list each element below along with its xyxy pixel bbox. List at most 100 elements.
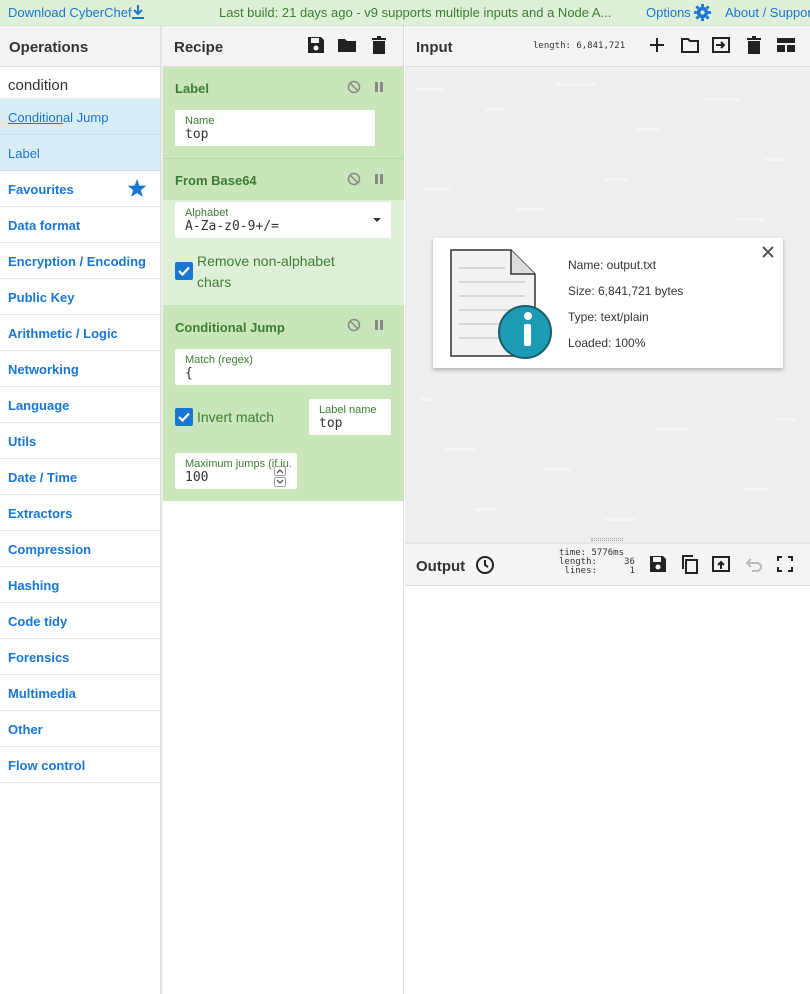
category-language[interactable]: Language <box>0 387 160 423</box>
close-icon[interactable] <box>762 246 774 258</box>
disable-icon[interactable] <box>347 172 361 186</box>
download-link[interactable]: Download CyberChef <box>8 5 132 20</box>
operations-title: Operations <box>0 26 160 67</box>
output-header: Output time: 5776ms length: 36 lines: 1 <box>405 542 810 586</box>
category-networking[interactable]: Networking <box>0 351 160 387</box>
undo-icon[interactable] <box>744 554 764 574</box>
category-arithmetic-logic[interactable]: Arithmetic / Logic <box>0 315 160 351</box>
category-forensics[interactable]: Forensics <box>0 639 160 675</box>
recipe-title: Recipe <box>174 39 224 56</box>
step-title: From Base64 <box>175 173 257 188</box>
copy-icon[interactable] <box>680 554 700 574</box>
star-icon <box>127 179 147 197</box>
field-value[interactable]: top <box>185 127 208 142</box>
check-icon <box>178 266 190 277</box>
pause-icon[interactable] <box>372 318 386 332</box>
field-label: Alphabet <box>185 207 229 219</box>
check-icon <box>178 412 190 423</box>
alphabet-select[interactable]: Alphabet A-Za-z0-9+/= <box>175 202 391 238</box>
file-info-icon <box>450 249 552 359</box>
category-data-format[interactable]: Data format <box>0 207 160 243</box>
category-label: Favourites <box>8 182 74 197</box>
result-label[interactable]: Label <box>0 135 160 171</box>
input-title: Input <box>416 39 453 56</box>
field-value[interactable]: { <box>185 366 193 381</box>
name-field[interactable]: Name top <box>175 110 375 146</box>
category-public-key[interactable]: Public Key <box>0 279 160 315</box>
output-stats: time: 5776ms length: 36 lines: 1 <box>559 548 635 576</box>
disable-icon[interactable] <box>347 80 361 94</box>
result-rest-text: Label <box>8 146 40 161</box>
open-file-icon[interactable] <box>711 35 731 55</box>
field-label: Label name <box>319 404 377 416</box>
maximum-jumps-field[interactable]: Maximum jumps (if ju... 100 <box>175 453 297 489</box>
recipe-step-from-base64[interactable]: From Base64 Alphabet A-Za-z0-9+/= Remove… <box>163 159 404 305</box>
field-value[interactable]: A-Za-z0-9+/= <box>185 219 279 234</box>
file-size: Size: 6,841,721 bytes <box>568 284 684 298</box>
field-value[interactable]: top <box>319 416 342 431</box>
category-other[interactable]: Other <box>0 711 160 747</box>
category-flow-control[interactable]: Flow control <box>0 747 160 783</box>
about-link[interactable]: About / Support <box>725 5 810 20</box>
chevron-down-icon[interactable] <box>373 217 381 223</box>
resize-handle[interactable] <box>591 538 623 541</box>
file-loaded: Loaded: 100% <box>568 336 646 350</box>
output-title: Output <box>416 558 466 575</box>
quantity-stepper[interactable] <box>274 466 286 487</box>
category-hashing[interactable]: Hashing <box>0 567 160 603</box>
options-link[interactable]: Options <box>646 5 691 20</box>
stepper-up-icon[interactable] <box>274 466 286 476</box>
checkbox-label[interactable]: Invert match <box>197 407 274 428</box>
category-compression[interactable]: Compression <box>0 531 160 567</box>
result-rest-text: al Jump <box>62 110 109 125</box>
save-output-icon[interactable] <box>648 554 668 574</box>
category-date-time[interactable]: Date / Time <box>0 459 160 495</box>
file-type: Type: text/plain <box>568 310 649 324</box>
clock-icon[interactable] <box>475 555 495 575</box>
recipe-step-label[interactable]: Label Name top <box>163 67 404 159</box>
step-title: Label <box>175 81 209 96</box>
trash-icon[interactable] <box>369 35 389 55</box>
remove-non-alphabet-checkbox[interactable] <box>175 262 193 280</box>
maximise-icon[interactable] <box>775 554 795 574</box>
operations-search-input[interactable]: condition <box>0 67 160 99</box>
pause-icon[interactable] <box>372 172 386 186</box>
invert-match-checkbox[interactable] <box>175 408 193 426</box>
clear-input-icon[interactable] <box>744 35 764 55</box>
replace-input-icon[interactable] <box>711 554 731 574</box>
category-utils[interactable]: Utils <box>0 423 160 459</box>
match-regex-field[interactable]: Match (regex) { <box>175 349 391 385</box>
layout-icon[interactable] <box>776 35 796 55</box>
checkbox-label[interactable]: Remove non-alphabet chars <box>197 251 347 293</box>
gear-icon[interactable] <box>693 3 712 22</box>
recipe-panel: Recipe Label Name top From Base64 Alphab… <box>161 26 404 994</box>
file-name: Name: output.txt <box>568 258 657 272</box>
category-code-tidy[interactable]: Code tidy <box>0 603 160 639</box>
open-folder-icon[interactable] <box>680 35 700 55</box>
file-details-card: Name: output.txt Size: 6,841,721 bytes T… <box>433 238 783 368</box>
output-panel: Output time: 5776ms length: 36 lines: 1 <box>405 542 810 994</box>
disable-icon[interactable] <box>347 318 361 332</box>
category-extractors[interactable]: Extractors <box>0 495 160 531</box>
stepper-down-icon[interactable] <box>274 477 286 487</box>
build-message[interactable]: Last build: 21 days ago - v9 supports mu… <box>219 5 611 20</box>
field-label: Name <box>185 115 215 127</box>
recipe-step-conditional-jump[interactable]: Conditional Jump Match (regex) { Invert … <box>163 305 404 501</box>
output-text-area[interactable] <box>405 586 810 994</box>
step-title: Conditional Jump <box>175 320 285 335</box>
add-tab-icon[interactable] <box>647 35 667 55</box>
operations-panel: Operations condition Conditional Jump La… <box>0 26 161 994</box>
download-icon[interactable] <box>131 4 145 20</box>
label-name-field[interactable]: Label name top <box>309 399 391 435</box>
field-value[interactable]: 100 <box>185 470 208 485</box>
save-icon[interactable] <box>306 35 326 55</box>
category-favourites[interactable]: Favourites <box>0 171 160 207</box>
top-bar: Download CyberChef Last build: 21 days a… <box>0 0 810 26</box>
result-match-text: Condition <box>8 110 63 125</box>
category-multimedia[interactable]: Multimedia <box>0 675 160 711</box>
pause-icon[interactable] <box>372 80 386 94</box>
folder-icon[interactable] <box>337 35 357 55</box>
recipe-header: Recipe <box>163 26 403 67</box>
result-conditional-jump[interactable]: Conditional Jump <box>0 99 160 135</box>
category-encryption-encoding[interactable]: Encryption / Encoding <box>0 243 160 279</box>
